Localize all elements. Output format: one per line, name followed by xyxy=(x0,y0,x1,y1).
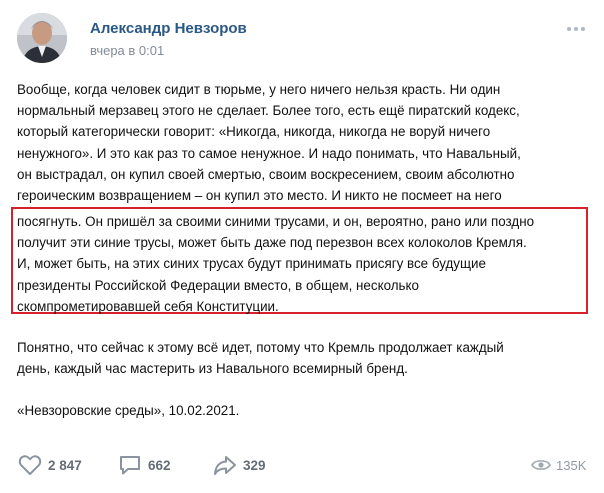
views-counter: 135K xyxy=(531,453,586,477)
author-name[interactable]: Александр Невзоров xyxy=(90,20,247,37)
avatar-photo xyxy=(17,13,67,63)
views-count: 135K xyxy=(556,457,587,473)
text-line: Понятно, что сейчас к этому всё идет, по… xyxy=(17,340,504,355)
comment-button[interactable]: 662 xyxy=(118,453,171,477)
comment-count: 662 xyxy=(148,457,171,473)
text-line: И, может быть, на этих синих трусах буду… xyxy=(17,256,486,272)
heart-icon xyxy=(18,455,42,475)
post-actions-bar: 2 847 662 329 135K xyxy=(0,453,604,477)
text-line: «Невзоровские среды», 10.02.2021. xyxy=(17,403,240,418)
share-arrow-icon xyxy=(214,456,236,475)
text-line: который категорически говорит: «Никогда,… xyxy=(17,124,491,140)
share-count: 329 xyxy=(243,457,266,473)
text-line: героическим возвращением – он купил это … xyxy=(17,188,502,204)
text-line: получит эти синие трусы, может быть даже… xyxy=(17,235,527,251)
post-paragraph-1: Вообще, когда человек сидит в тюрьме, у … xyxy=(17,79,521,206)
text-line: посягнуть. Он пришёл за своими синими тр… xyxy=(17,214,535,229)
text-line: день, каждый час мастерить из Навального… xyxy=(17,361,408,377)
wall-post: Александр Невзоров вчера в 0:01 Вообще, … xyxy=(0,0,604,493)
share-button[interactable]: 329 xyxy=(213,453,266,477)
eye-icon xyxy=(531,460,551,470)
text-line: он выстрадал, он купил своей смертью, св… xyxy=(17,166,515,182)
text-line: нормальный мерзавец этого не сделает. Бо… xyxy=(17,103,520,119)
post-timestamp[interactable]: вчера в 0:01 xyxy=(90,43,164,58)
like-button[interactable]: 2 847 xyxy=(18,453,82,477)
author-avatar[interactable] xyxy=(17,13,67,63)
text-line: ненужного». И это как раз то самое ненуж… xyxy=(17,145,521,161)
post-paragraph-2: Понятно, что сейчас к этому всё идет, по… xyxy=(17,337,504,379)
text-line: Вообще, когда человек сидит в тюрьме, у … xyxy=(17,82,501,97)
post-signature: «Невзоровские среды», 10.02.2021. xyxy=(17,400,239,421)
text-line: скомпрометировавшей себя Конституции. xyxy=(17,298,279,314)
comment-icon xyxy=(120,456,140,475)
like-count: 2 847 xyxy=(48,457,82,473)
highlighted-text: посягнуть. Он пришёл за своими синими тр… xyxy=(17,211,534,317)
more-horizontal-icon[interactable] xyxy=(566,23,586,33)
text-line: президенты Российской Федерации вместо, … xyxy=(17,277,419,293)
